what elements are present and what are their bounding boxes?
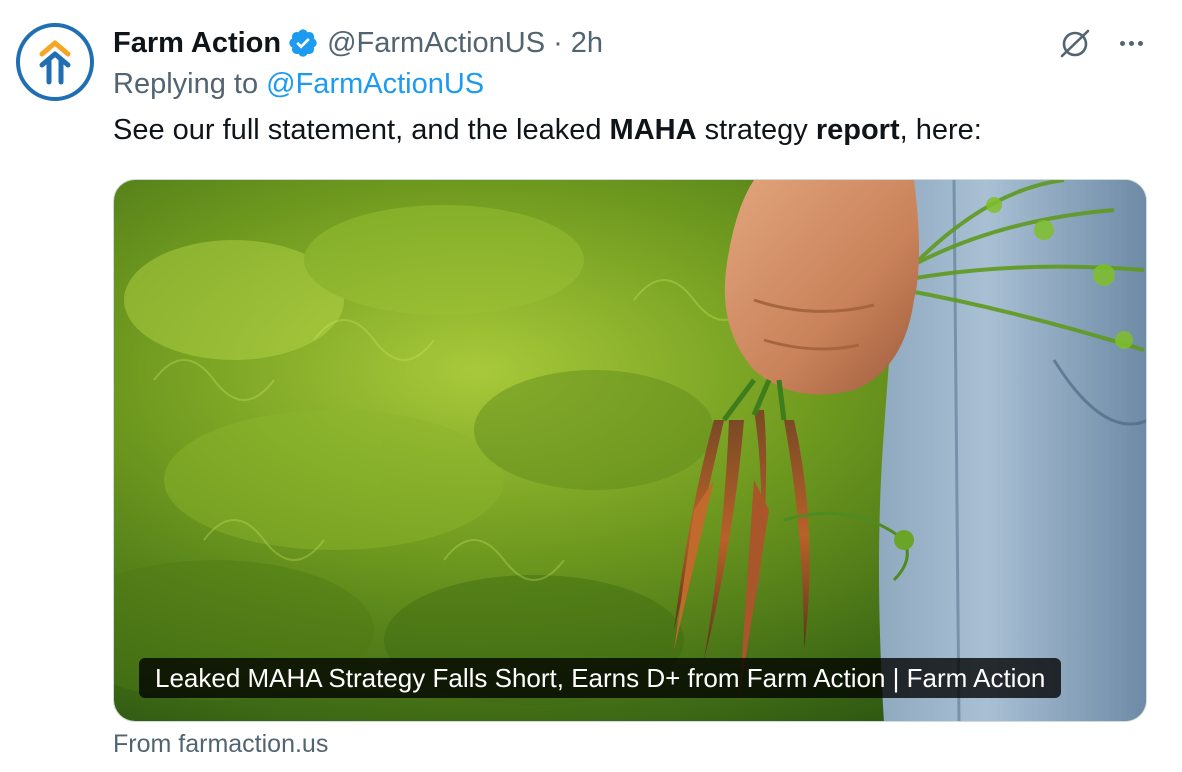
replying-to: Replying to @FarmActionUS — [113, 68, 484, 101]
tweet-text-part: See our full statement, and the leaked — [113, 114, 610, 146]
replying-to-link[interactable]: @FarmActionUS — [266, 68, 484, 100]
avatar[interactable] — [16, 23, 94, 101]
tweet-text-bold: MAHA — [609, 114, 697, 146]
grok-icon[interactable] — [1054, 22, 1096, 64]
tweet-text-part: , here: — [899, 114, 982, 146]
tweet-timestamp[interactable]: 2h — [571, 27, 603, 60]
tweet-text: See our full statement, and the leaked M… — [113, 114, 982, 147]
tweet[interactable]: Farm Action @FarmActionUS · 2h Replying … — [0, 0, 1182, 772]
farm-action-logo-icon — [39, 40, 71, 85]
author-handle[interactable]: @FarmActionUS — [327, 27, 545, 60]
separator-dot: · — [553, 26, 563, 59]
hand-holding-carrots-image — [114, 180, 1146, 721]
replying-to-label: Replying to — [113, 68, 259, 100]
card-title: Leaked MAHA Strategy Falls Short, Earns … — [139, 658, 1062, 698]
tweet-header: Farm Action @FarmActionUS · 2h — [113, 22, 603, 64]
tweet-text-bold: report — [815, 114, 900, 146]
tweet-text-part: strategy — [696, 114, 816, 146]
more-options-icon[interactable] — [1110, 22, 1152, 64]
author-display-name[interactable]: Farm Action — [113, 27, 281, 60]
link-card[interactable]: Leaked MAHA Strategy Falls Short, Earns … — [113, 179, 1147, 722]
card-source-link[interactable]: From farmaction.us — [113, 730, 328, 759]
verified-badge-icon — [287, 27, 319, 59]
